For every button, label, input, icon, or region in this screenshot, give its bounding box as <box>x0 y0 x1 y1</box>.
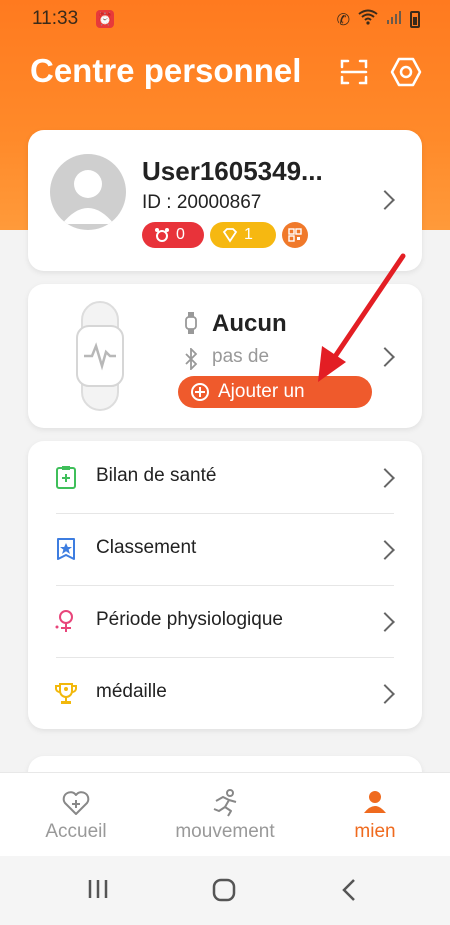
device-name: Aucun <box>212 310 287 337</box>
menu-item-ranking[interactable]: Classement <box>28 513 422 585</box>
health-report-icon <box>56 466 76 489</box>
status-icons: ✆ <box>337 9 420 30</box>
chevron-right-icon <box>375 612 395 632</box>
chevron-right-icon <box>375 540 395 560</box>
wifi-icon <box>358 9 378 30</box>
system-nav-bar <box>0 856 450 925</box>
user-id: ID : 20000867 <box>142 192 262 213</box>
nav-item-mouvement[interactable]: mouvement <box>155 789 295 843</box>
add-icon <box>191 383 209 401</box>
device-card[interactable]: Aucun pas de Ajouter un <box>28 284 422 428</box>
person-icon <box>364 791 386 813</box>
alarm-icon <box>155 228 169 242</box>
status-time: 11:33 <box>32 8 79 29</box>
page-title: Centre personnel <box>30 52 302 89</box>
badges-row: 0 1 <box>142 222 308 248</box>
nav-item-mien[interactable]: mien <box>305 789 445 843</box>
avatar[interactable] <box>50 154 126 230</box>
bluetooth-icon <box>185 348 198 370</box>
nav-label: Accueil <box>45 821 107 842</box>
nav-item-accueil[interactable]: Accueil <box>6 789 146 843</box>
running-icon <box>213 789 237 817</box>
heart-plus-icon <box>62 791 90 815</box>
user-placeholder-icon <box>62 170 114 224</box>
chevron-right-icon <box>375 684 395 704</box>
menu-item-medal[interactable]: médaille <box>28 657 422 729</box>
device-status: pas de <box>212 346 270 367</box>
add-device-button[interactable]: Ajouter un <box>178 376 372 408</box>
menu-item-label: Bilan de santé <box>96 465 217 486</box>
home-icon[interactable] <box>212 878 236 902</box>
signal-icon <box>386 9 402 30</box>
menu-item-label: Période physiologique <box>96 609 283 630</box>
call-icon: ✆ <box>336 11 350 29</box>
watch-icon <box>185 312 197 334</box>
diamond-count: 1 <box>244 226 253 243</box>
diamond-badge[interactable]: 1 <box>210 222 276 248</box>
smart-band-icon <box>76 301 124 411</box>
menu-item-label: médaille <box>96 681 167 702</box>
profile-card[interactable]: User1605349... ID : 20000867 0 1 <box>28 130 422 271</box>
username: User1605349... <box>142 156 323 186</box>
menu-card: Bilan de santé Classement Période physio… <box>28 441 422 729</box>
chevron-right-icon <box>375 468 395 488</box>
chevron-right-icon <box>375 347 395 367</box>
recent-apps-icon[interactable] <box>86 878 110 900</box>
status-bar: 11:33 ⏰ ✆ <box>0 0 450 34</box>
female-cycle-icon <box>55 610 73 632</box>
diamond-icon <box>222 228 238 243</box>
scan-icon[interactable] <box>338 56 370 88</box>
settings-icon[interactable] <box>390 56 422 88</box>
ranking-icon <box>57 538 75 560</box>
nav-label: mien <box>354 821 396 842</box>
back-icon[interactable] <box>340 878 358 902</box>
menu-item-label: Classement <box>96 537 197 558</box>
battery-icon <box>410 11 420 28</box>
add-device-label: Ajouter un <box>218 381 305 402</box>
alarm-app-icon: ⏰ <box>96 10 114 28</box>
bottom-nav: Accueil mouvement mien <box>0 772 450 856</box>
chevron-right-icon <box>375 190 395 210</box>
nav-label: mouvement <box>175 821 275 842</box>
medal-icon <box>55 683 77 704</box>
qr-code-icon[interactable] <box>282 222 308 248</box>
alarm-count: 0 <box>176 226 185 243</box>
menu-item-health-report[interactable]: Bilan de santé <box>28 441 422 513</box>
alarm-badge[interactable]: 0 <box>142 222 204 248</box>
menu-item-physiological-period[interactable]: Période physiologique <box>28 585 422 657</box>
